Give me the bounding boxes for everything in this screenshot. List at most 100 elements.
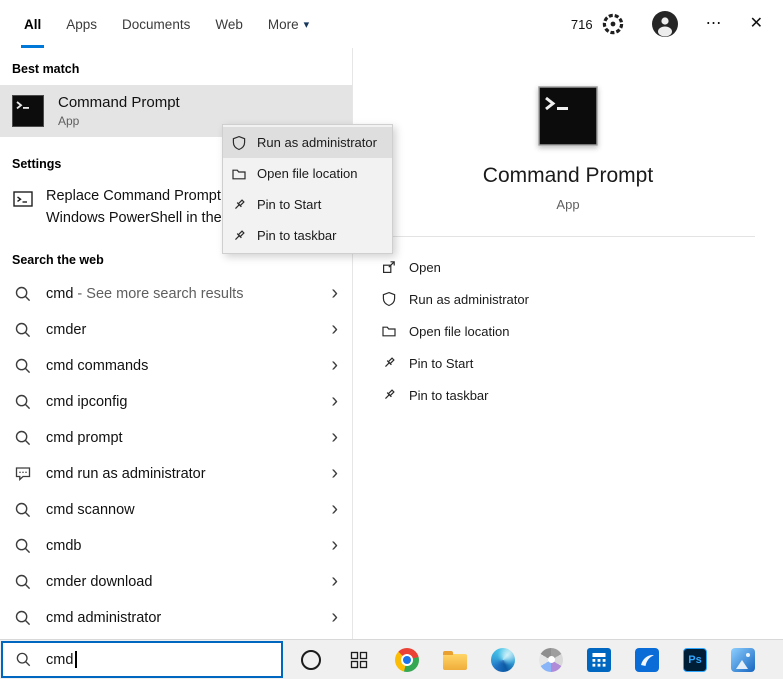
- suggestion-text: cmder: [46, 322, 86, 338]
- expand-chevron-icon[interactable]: ›: [331, 427, 338, 449]
- chat-search-icon: [14, 465, 32, 483]
- action-pin-to-taskbar[interactable]: Pin to taskbar: [381, 379, 755, 411]
- expand-chevron-icon[interactable]: ›: [331, 319, 338, 341]
- expand-chevron-icon[interactable]: ›: [331, 571, 338, 593]
- tab-apps[interactable]: Apps: [66, 0, 97, 48]
- ellipsis-menu-icon[interactable]: ⋯: [706, 16, 722, 32]
- web-suggestion-row[interactable]: cmdb ›: [0, 528, 352, 564]
- suggestion-text: cmd run as administrator: [46, 466, 206, 482]
- web-suggestion-row[interactable]: cmder ›: [0, 312, 352, 348]
- shield-icon: [231, 135, 247, 151]
- action-label: Open file location: [409, 324, 509, 339]
- edge-button[interactable]: [483, 640, 523, 679]
- pin-icon: [381, 355, 397, 371]
- best-match-title: Command Prompt: [58, 94, 180, 111]
- web-suggestion-row[interactable]: cmd commands ›: [0, 348, 352, 384]
- menu-item-pin-to-taskbar[interactable]: Pin to taskbar: [223, 220, 392, 251]
- calculator-button[interactable]: [579, 640, 619, 679]
- photoshop-icon: Ps: [683, 648, 707, 672]
- task-view-button[interactable]: [339, 640, 379, 679]
- menu-item-run-as-admin[interactable]: Run as administrator: [223, 127, 392, 158]
- preview-actions: Open Run as administrator Open file loca…: [353, 237, 783, 411]
- search-icon: [14, 393, 32, 411]
- rewards-button[interactable]: 716: [571, 11, 626, 37]
- command-prompt-icon: [12, 95, 44, 127]
- suggestion-text: cmd - See more search results: [46, 286, 243, 302]
- search-icon: [14, 285, 32, 303]
- folder-icon: [381, 323, 397, 339]
- photoshop-button[interactable]: Ps: [675, 640, 715, 679]
- expand-chevron-icon[interactable]: ›: [331, 535, 338, 557]
- suggestion-text: cmdb: [46, 538, 81, 554]
- shield-icon: [381, 291, 397, 307]
- web-suggestion-row[interactable]: cmd administrator ›: [0, 600, 352, 636]
- pin-icon: [381, 387, 397, 403]
- cortana-icon: [301, 650, 321, 670]
- preview-pane: Command Prompt App Open Run as administr…: [352, 48, 783, 640]
- settings-result-line2: Windows PowerShell in the: [46, 207, 222, 229]
- action-open-file-location[interactable]: Open file location: [381, 315, 755, 347]
- taskbar-search-input[interactable]: cmd: [1, 641, 283, 678]
- close-icon[interactable]: ✕: [750, 16, 763, 32]
- web-suggestion-row[interactable]: cmder download ›: [0, 564, 352, 600]
- tab-documents[interactable]: Documents: [122, 0, 190, 48]
- preview-title: Command Prompt: [483, 164, 653, 188]
- blue-app-button[interactable]: [627, 640, 667, 679]
- best-match-heading: Best match: [0, 48, 352, 85]
- command-prompt-large-icon: [538, 86, 598, 146]
- expand-chevron-icon[interactable]: ›: [331, 283, 338, 305]
- web-suggestion-row[interactable]: cmd run as administrator ›: [0, 456, 352, 492]
- menu-item-pin-to-start[interactable]: Pin to Start: [223, 189, 392, 220]
- pinwheel-app-icon: [539, 648, 563, 672]
- search-icon: [14, 429, 32, 447]
- best-match-text: Command Prompt App: [58, 94, 180, 128]
- expand-chevron-icon[interactable]: ›: [331, 391, 338, 413]
- action-pin-to-start[interactable]: Pin to Start: [381, 347, 755, 379]
- taskbar-icons: Ps: [291, 640, 763, 679]
- suggestion-text: cmd ipconfig: [46, 394, 127, 410]
- taskbar: cmd Ps: [0, 639, 783, 679]
- folder-icon: [231, 166, 247, 182]
- windows-search-flyout: All Apps Documents Web More ▾ 716: [0, 0, 783, 679]
- open-external-icon: [381, 259, 397, 275]
- action-label: Open: [409, 260, 441, 275]
- search-icon: [14, 573, 32, 591]
- console-settings-icon: [12, 188, 34, 210]
- menu-item-label: Open file location: [257, 166, 357, 181]
- photoshop-label: Ps: [688, 654, 701, 666]
- expand-chevron-icon[interactable]: ›: [331, 499, 338, 521]
- expand-chevron-icon[interactable]: ›: [331, 463, 338, 485]
- search-input-value: cmd: [46, 652, 73, 668]
- file-explorer-button[interactable]: [435, 640, 475, 679]
- menu-item-label: Pin to Start: [257, 197, 321, 212]
- suggestion-text: cmd commands: [46, 358, 148, 374]
- chevron-down-icon: ▾: [304, 18, 310, 31]
- action-run-as-admin[interactable]: Run as administrator: [381, 283, 755, 315]
- search-icon: [14, 357, 32, 375]
- calculator-icon: [587, 648, 611, 672]
- pinwheel-app-button[interactable]: [531, 640, 571, 679]
- web-suggestion-row[interactable]: cmd ipconfig ›: [0, 384, 352, 420]
- pin-icon: [231, 197, 247, 213]
- web-suggestion-row[interactable]: cmd prompt ›: [0, 420, 352, 456]
- web-suggestion-row[interactable]: cmd scannow ›: [0, 492, 352, 528]
- search-header: All Apps Documents Web More ▾ 716: [0, 0, 783, 49]
- image-app-button[interactable]: [723, 640, 763, 679]
- person-icon: [652, 11, 678, 37]
- menu-item-label: Pin to taskbar: [257, 228, 337, 243]
- search-icon: [14, 537, 32, 555]
- expand-chevron-icon[interactable]: ›: [331, 607, 338, 629]
- chrome-button[interactable]: [387, 640, 427, 679]
- menu-item-open-file-location[interactable]: Open file location: [223, 158, 392, 189]
- expand-chevron-icon[interactable]: ›: [331, 355, 338, 377]
- web-suggestion-row[interactable]: cmd - See more search results ›: [0, 276, 352, 312]
- suggestion-text: cmd scannow: [46, 502, 135, 518]
- rewards-medal-icon: [600, 11, 626, 37]
- tab-all[interactable]: All: [24, 0, 41, 48]
- cortana-button[interactable]: [291, 640, 331, 679]
- tab-more[interactable]: More ▾: [268, 0, 309, 48]
- user-avatar[interactable]: [652, 11, 678, 37]
- tab-web[interactable]: Web: [215, 0, 243, 48]
- action-open[interactable]: Open: [381, 251, 755, 283]
- suggestion-text: cmd prompt: [46, 430, 123, 446]
